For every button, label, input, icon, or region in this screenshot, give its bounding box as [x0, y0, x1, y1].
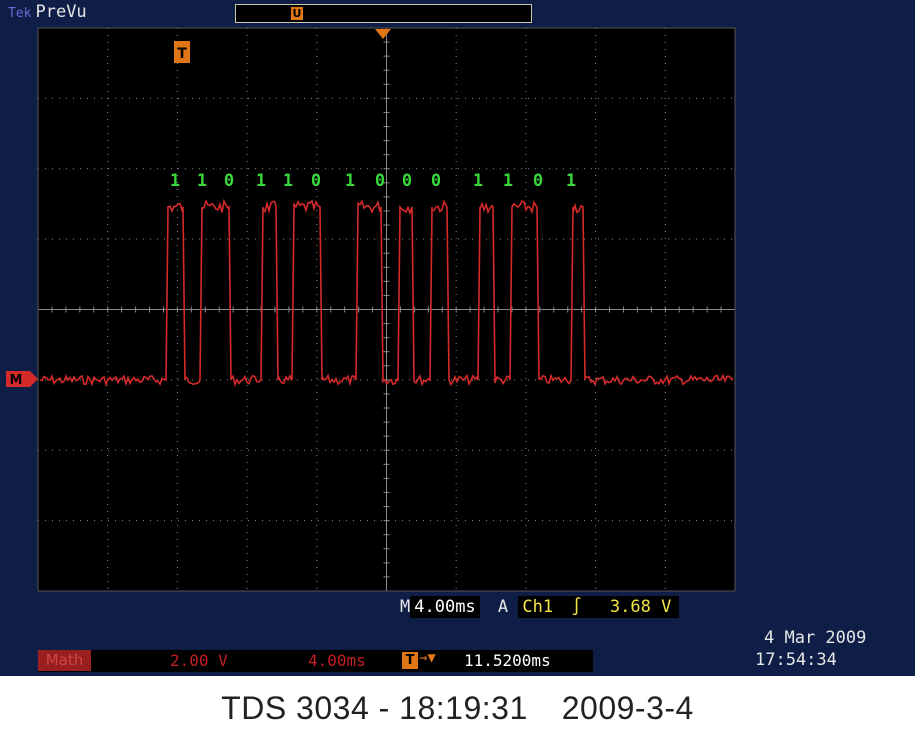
- trigger-delay-icon: T: [402, 652, 418, 669]
- tek-label: Tek: [8, 6, 32, 21]
- trigger-point-icon: T: [174, 41, 190, 63]
- waveform-display: 11011010001101 T M: [6, 5, 736, 592]
- trigger-point-label: T: [177, 46, 187, 62]
- channel-marker-label: M: [10, 373, 23, 388]
- decoded-bit: 0: [402, 171, 412, 191]
- trigger-settings[interactable]: Ch1 ∫ 3.68 V: [518, 596, 680, 618]
- image-caption: TDS 3034 - 18:19:31 2009-3-4: [0, 690, 915, 727]
- record-position-marker: U: [291, 7, 303, 20]
- decoded-bit: 1: [170, 171, 180, 191]
- caption-model: TDS 3034: [221, 690, 370, 726]
- record-view-bar[interactable]: U: [235, 4, 532, 23]
- oscilloscope-screen: 11011010001101 T M Tek PreVu U M 4.00ms A …: [0, 0, 915, 676]
- rising-edge-icon: ∫: [571, 597, 582, 617]
- math-time-per-div: 4.00ms: [308, 651, 366, 670]
- decoded-bit: 1: [345, 171, 355, 191]
- caption-date: 2009-3-4: [561, 690, 694, 726]
- decoded-bit: 0: [224, 171, 234, 191]
- acquisition-mode: PreVu: [35, 2, 87, 22]
- decoded-bit: 0: [431, 171, 441, 191]
- timebase-readout: M 4.00ms A Ch1 ∫ 3.68 V: [400, 596, 680, 618]
- decoded-bit: 1: [256, 171, 266, 191]
- decoded-bit: 0: [311, 171, 321, 191]
- acquisition-status: Tek PreVu: [8, 2, 87, 24]
- math-label[interactable]: Math: [38, 650, 91, 671]
- timebase-prefix: M: [400, 597, 411, 617]
- trigger-source-label: A: [497, 597, 509, 617]
- trigger-delay-value: 11.5200ms: [460, 651, 555, 670]
- decoded-bit: 1: [197, 171, 207, 191]
- trigger-level: 3.68 V: [609, 597, 672, 617]
- timebase-scale[interactable]: 4.00ms: [410, 596, 480, 618]
- arrow-right-icon: →▼: [419, 650, 436, 666]
- decoded-bit: 1: [473, 171, 483, 191]
- decoded-bit: 1: [503, 171, 513, 191]
- time-label: 17:54:34: [755, 650, 837, 670]
- decoded-bit: 1: [283, 171, 293, 191]
- math-volts-per-div: 2.00 V: [170, 651, 228, 670]
- channel-ground-marker: M: [6, 371, 38, 388]
- caption-time: 18:19:31: [399, 690, 528, 726]
- date-label: 4 Mar 2009: [764, 628, 867, 648]
- decoded-bit: 1: [566, 171, 576, 191]
- trigger-channel: Ch1: [522, 597, 554, 617]
- caption-separator: -: [369, 690, 400, 726]
- decoded-bit: 0: [533, 171, 543, 191]
- decoded-bit: 0: [375, 171, 385, 191]
